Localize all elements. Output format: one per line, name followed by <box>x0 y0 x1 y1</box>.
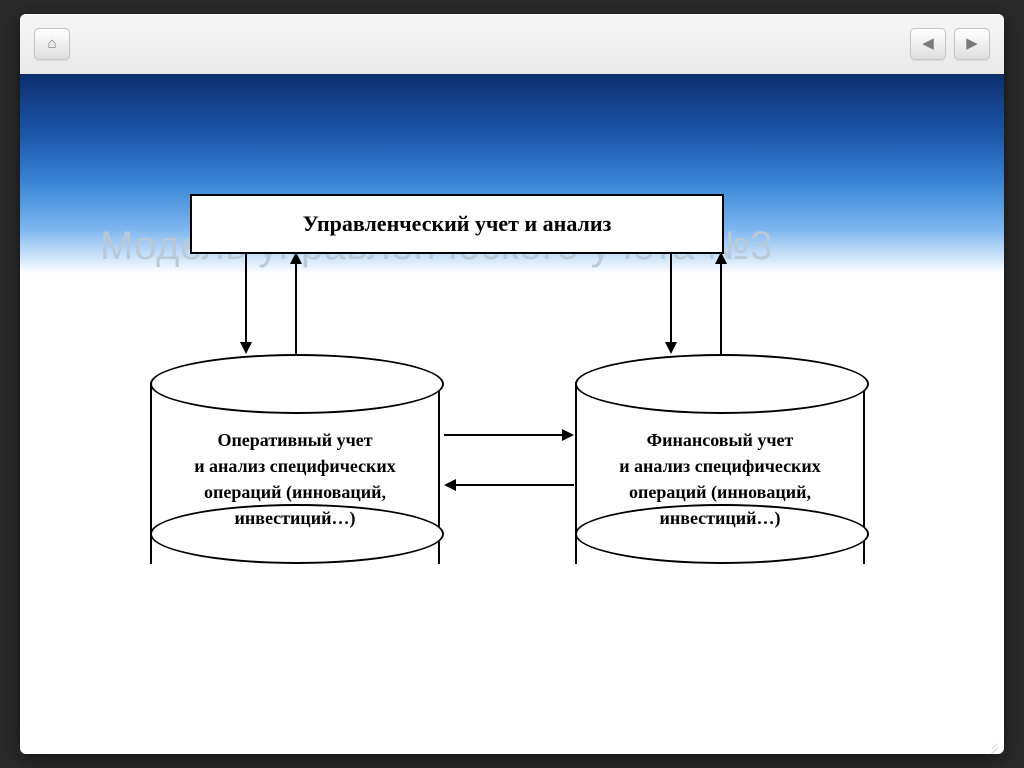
arrow-shaft <box>245 252 247 344</box>
left-cylinder: Оперативный учети анализ специфическихоп… <box>150 354 440 564</box>
arrow-shaft <box>295 262 297 362</box>
arrowhead-up-icon <box>715 252 727 264</box>
arrowhead-down-icon <box>240 342 252 354</box>
resize-grip-icon <box>984 734 998 748</box>
toolbar: ⌂ ◀ ▶ <box>20 14 1004 74</box>
right-cylinder-label: Финансовый учети анализ специфическихопе… <box>583 416 857 542</box>
arrow-shaft <box>720 262 722 362</box>
arrowhead-right-icon <box>562 429 574 441</box>
arrow-shaft <box>670 252 672 344</box>
arrowhead-down-icon <box>665 342 677 354</box>
arrowhead-left-icon <box>444 479 456 491</box>
chevron-right-icon: ▶ <box>966 37 978 52</box>
presentation-frame: ⌂ ◀ ▶ Модель управленческого учета №3 Уп… <box>20 14 1004 754</box>
home-button[interactable]: ⌂ <box>34 28 70 60</box>
chevron-left-icon: ◀ <box>922 37 934 52</box>
nav-buttons: ◀ ▶ <box>910 28 990 60</box>
home-icon: ⌂ <box>47 37 56 52</box>
left-cylinder-label: Оперативный учети анализ специфическихоп… <box>158 416 432 542</box>
diagram: Управленческий учет и анализ Оперативный… <box>110 184 910 614</box>
top-box: Управленческий учет и анализ <box>190 194 724 254</box>
arrow-shaft <box>444 434 564 436</box>
top-box-label: Управленческий учет и анализ <box>303 211 612 237</box>
prev-button[interactable]: ◀ <box>910 28 946 60</box>
arrow-shaft <box>454 484 574 486</box>
arrowhead-up-icon <box>290 252 302 264</box>
right-cylinder: Финансовый учети анализ специфическихопе… <box>575 354 865 564</box>
next-button[interactable]: ▶ <box>954 28 990 60</box>
